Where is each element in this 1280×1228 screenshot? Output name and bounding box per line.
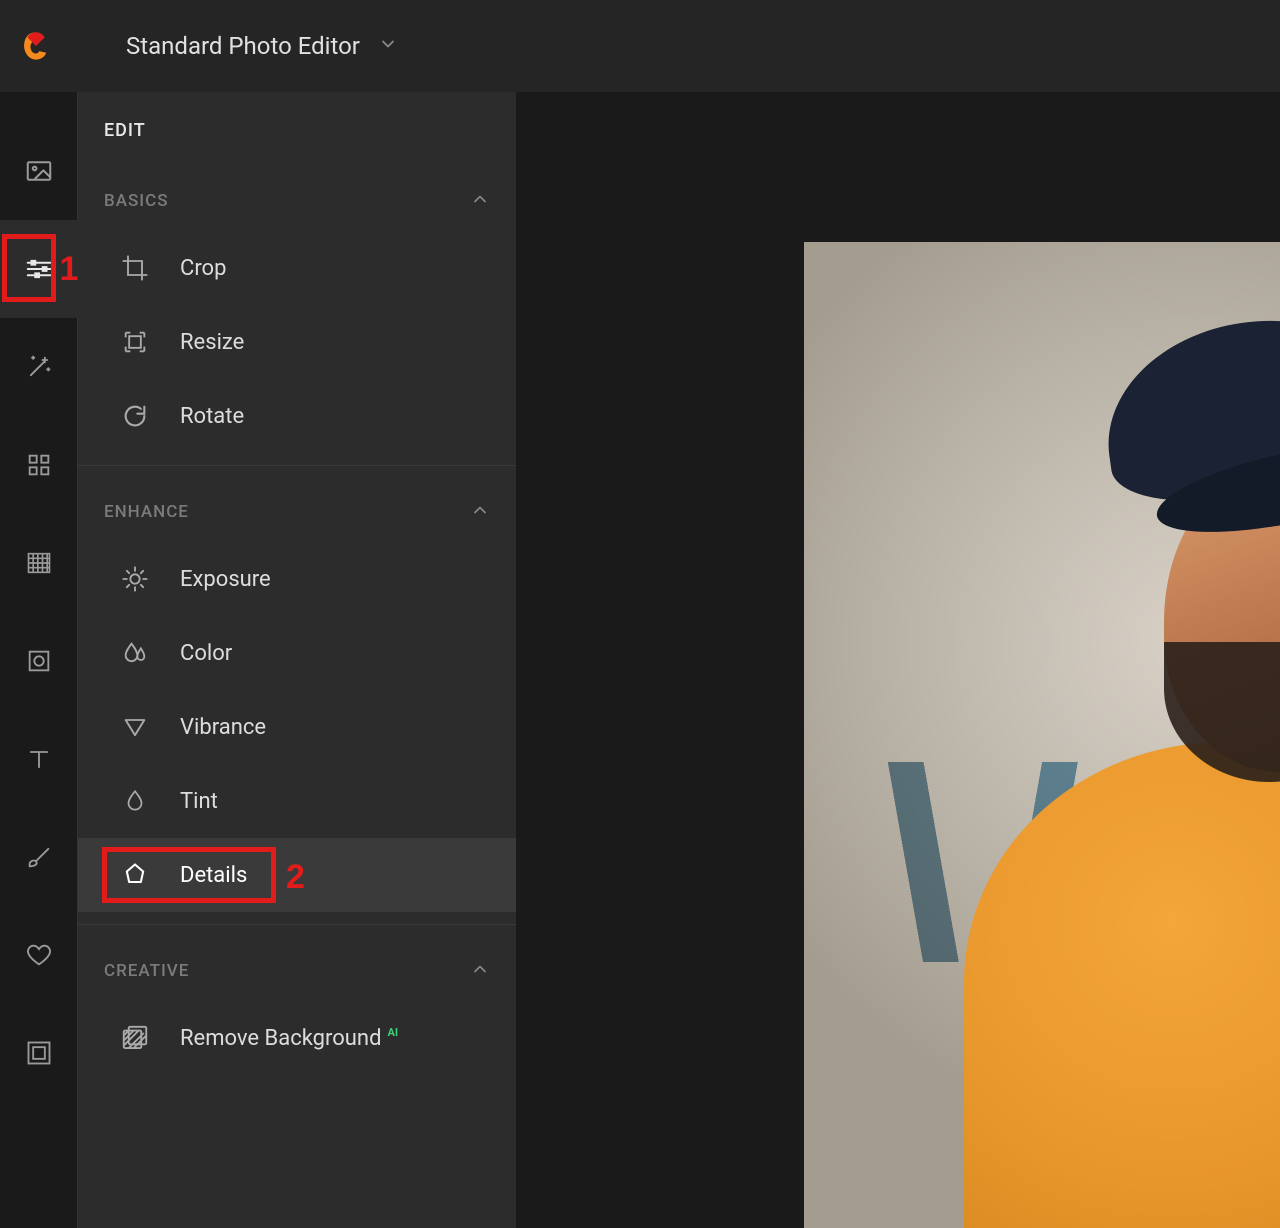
- tool-vibrance[interactable]: Vibrance: [78, 690, 516, 764]
- canvas[interactable]: [516, 92, 1280, 1228]
- logo-icon: [19, 29, 53, 63]
- tool-label: Crop: [180, 256, 226, 281]
- tool-label: Tint: [180, 789, 218, 814]
- tool-tint[interactable]: Tint: [78, 764, 516, 838]
- exposure-icon: [118, 562, 152, 596]
- annotation-label-2: 2: [286, 858, 305, 897]
- tool-remove-background[interactable]: Remove Background AI: [78, 1001, 516, 1075]
- magic-wand-icon: [25, 353, 53, 381]
- section-items-creative: Remove Background AI: [78, 1001, 516, 1075]
- frame-icon: [25, 1039, 53, 1067]
- circle-icon: [25, 647, 53, 675]
- section-header-enhance[interactable]: ENHANCE: [78, 470, 516, 542]
- annotation-label-1: 1: [60, 250, 79, 289]
- tool-label: Resize: [180, 330, 244, 355]
- chevron-up-icon: [470, 959, 490, 983]
- sliders-icon: [24, 254, 54, 284]
- main: 1: [0, 92, 1280, 1228]
- rail-item-edit[interactable]: 1: [0, 220, 78, 318]
- app-title: Standard Photo Editor: [126, 32, 360, 60]
- image-preview: [804, 242, 1280, 1228]
- chevron-up-icon: [470, 500, 490, 524]
- tool-rail: 1: [0, 92, 78, 1228]
- color-icon: [118, 636, 152, 670]
- rail-item-circle[interactable]: [0, 612, 78, 710]
- rail-item-pixels[interactable]: [0, 514, 78, 612]
- section-title-enhance: ENHANCE: [104, 502, 189, 522]
- rotate-icon: [118, 399, 152, 433]
- chevron-down-icon: [378, 34, 398, 58]
- rail-item-brush[interactable]: [0, 808, 78, 906]
- grid-icon: [25, 451, 53, 479]
- ai-badge: AI: [388, 1026, 399, 1039]
- tool-color[interactable]: Color: [78, 616, 516, 690]
- brush-icon: [25, 843, 53, 871]
- tool-exposure[interactable]: Exposure: [78, 542, 516, 616]
- image-icon: [24, 156, 54, 186]
- divider: [78, 924, 516, 925]
- divider: [78, 465, 516, 466]
- tool-label: Details: [180, 863, 247, 888]
- tool-details[interactable]: Details 2: [78, 838, 516, 912]
- rail-item-image[interactable]: [0, 122, 78, 220]
- tool-rotate[interactable]: Rotate: [78, 379, 516, 453]
- resize-icon: [118, 325, 152, 359]
- pixel-grid-icon: [25, 549, 53, 577]
- section-items-basics: Crop Resize Rotate: [78, 231, 516, 453]
- rail-item-text[interactable]: [0, 710, 78, 808]
- text-icon: [25, 745, 53, 773]
- heart-icon: [25, 941, 53, 969]
- tool-resize[interactable]: Resize: [78, 305, 516, 379]
- tool-label-text: Remove Background: [180, 1026, 382, 1051]
- rail-item-frame[interactable]: [0, 1004, 78, 1102]
- section-header-basics[interactable]: BASICS: [78, 149, 516, 231]
- section-title-basics: BASICS: [104, 191, 169, 211]
- panel-title: EDIT: [78, 92, 516, 149]
- section-header-creative[interactable]: CREATIVE: [78, 929, 516, 1001]
- topbar: Standard Photo Editor: [0, 0, 1280, 92]
- edit-panel: EDIT BASICS Crop Resize: [78, 92, 516, 1228]
- crop-icon: [118, 251, 152, 285]
- chevron-up-icon: [470, 189, 490, 213]
- section-title-creative: CREATIVE: [104, 961, 189, 981]
- tool-crop[interactable]: Crop: [78, 231, 516, 305]
- app-title-dropdown[interactable]: Standard Photo Editor: [126, 32, 398, 60]
- rail-item-magic[interactable]: [0, 318, 78, 416]
- tool-label: Remove Background AI: [180, 1026, 398, 1051]
- app-logo: [16, 26, 56, 66]
- tool-label: Vibrance: [180, 715, 266, 740]
- tint-icon: [118, 784, 152, 818]
- tool-label: Rotate: [180, 404, 244, 429]
- rail-item-heart[interactable]: [0, 906, 78, 1004]
- tool-label: Exposure: [180, 567, 271, 592]
- section-items-enhance: Exposure Color Vibrance Tint: [78, 542, 516, 912]
- rail-item-grid[interactable]: [0, 416, 78, 514]
- tool-label: Color: [180, 641, 232, 666]
- remove-background-icon: [118, 1021, 152, 1055]
- details-icon: [118, 858, 152, 892]
- vibrance-icon: [118, 710, 152, 744]
